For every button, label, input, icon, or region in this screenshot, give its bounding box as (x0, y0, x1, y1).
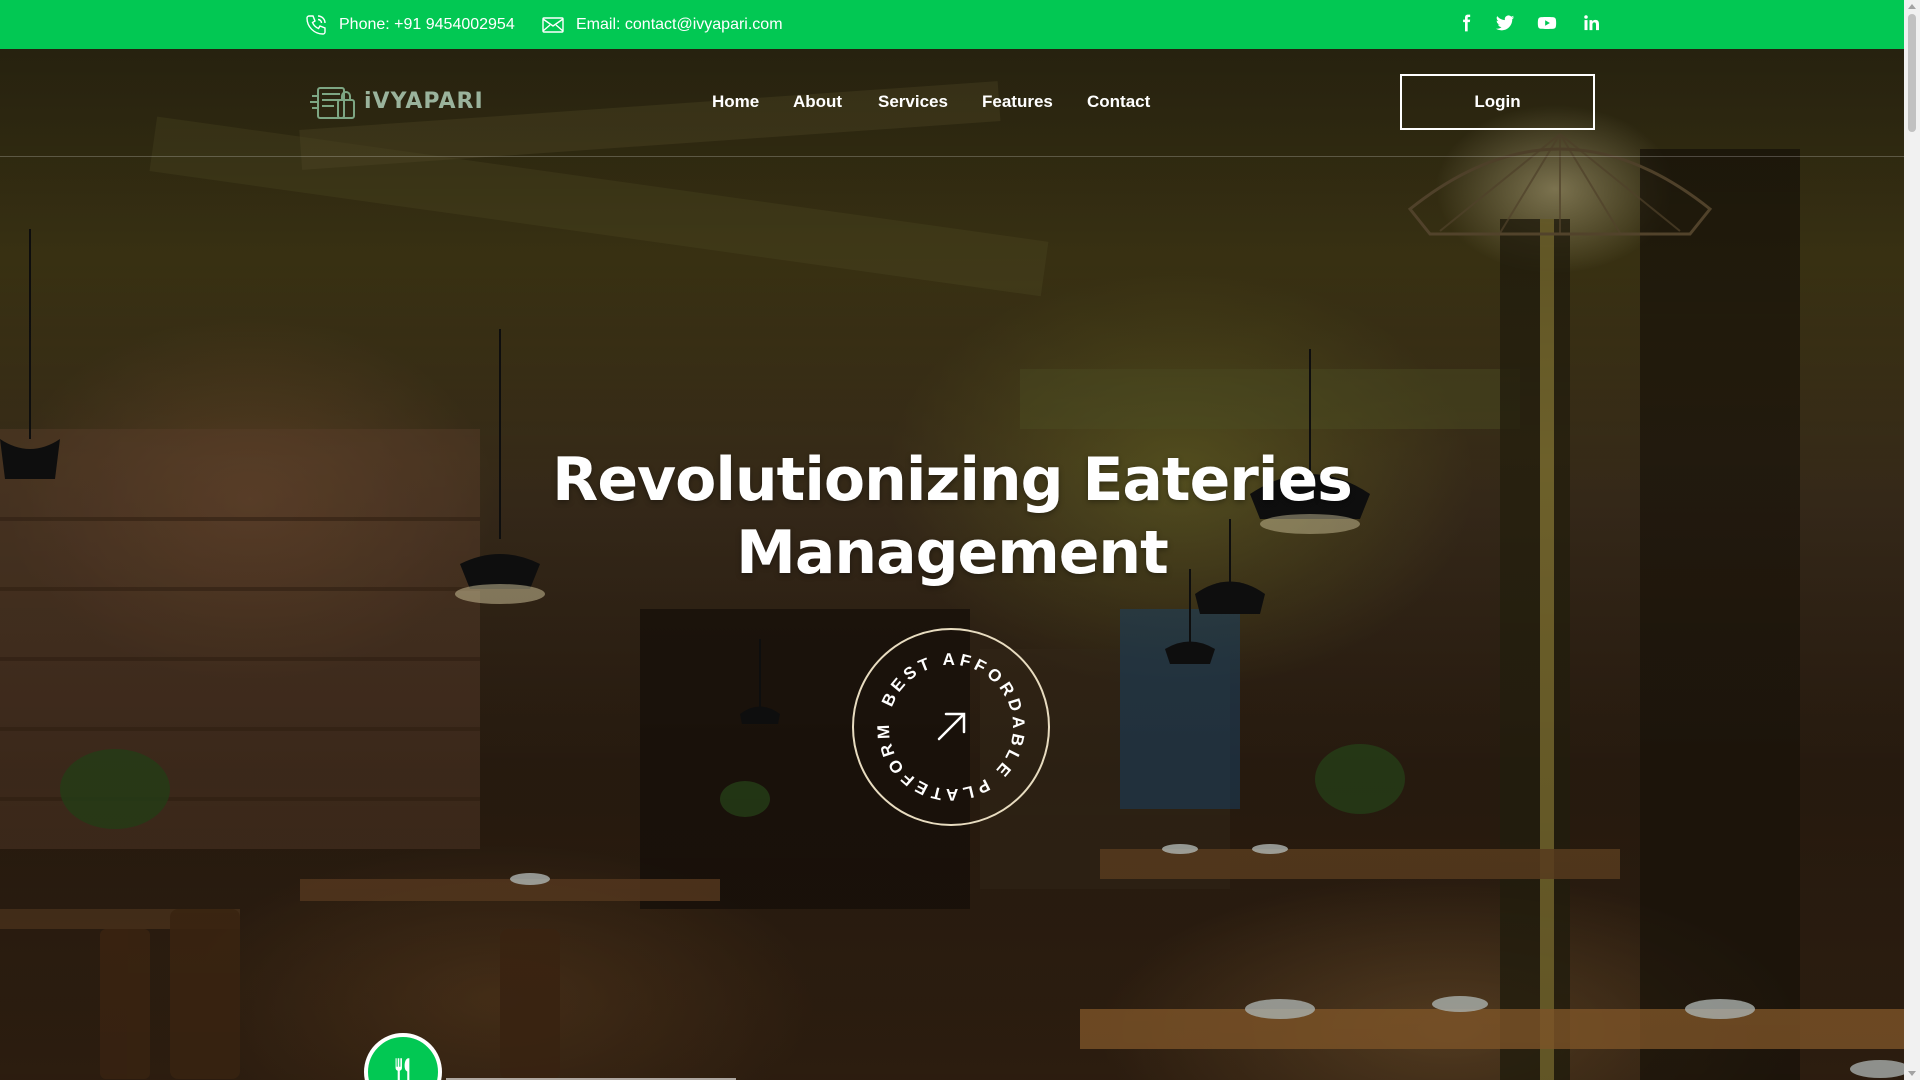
phone-contact[interactable]: Phone: +91 9454002954 (304, 0, 515, 49)
top-contact-bar: Phone: +91 9454002954 Email: contact@ivy… (0, 0, 1904, 49)
nav-link-home[interactable]: Home (712, 92, 759, 112)
headline-line-2: Management (736, 518, 1169, 588)
phone-text: Phone: +91 9454002954 (339, 15, 515, 33)
email-contact[interactable]: Email: contact@ivyapari.com (541, 0, 783, 49)
nav-link-contact[interactable]: Contact (1087, 92, 1150, 112)
envelope-icon (542, 16, 564, 33)
linkedin-icon (1584, 14, 1599, 30)
login-button[interactable]: Login (1400, 74, 1595, 130)
brand-name: iVYAPARI (364, 88, 484, 114)
scroll-up-arrow[interactable] (1908, 4, 1916, 9)
page-scrollbar[interactable] (1904, 0, 1920, 1080)
hero-section: iVYAPARI Home About Services Features Co… (0, 49, 1904, 1080)
arrow-up-right-icon (937, 712, 966, 741)
email-text: Email: contact@ivyapari.com (576, 15, 783, 33)
nav-link-about[interactable]: About (793, 92, 842, 112)
nav-link-features[interactable]: Features (982, 92, 1053, 112)
main-navbar: iVYAPARI Home About Services Features Co… (0, 49, 1904, 157)
scrollbar-thumb[interactable] (1908, 14, 1916, 132)
store-logo-icon (310, 87, 355, 119)
phone-icon (306, 14, 326, 35)
nav-link-services[interactable]: Services (878, 92, 948, 112)
brand-logo[interactable]: iVYAPARI (308, 80, 484, 122)
scroll-down-arrow[interactable] (1908, 1071, 1916, 1076)
best-affordable-badge[interactable]: BEST AFFORDABLE PLATEFORM (851, 627, 1051, 827)
twitter-link[interactable] (1495, 0, 1515, 45)
facebook-icon (1463, 14, 1471, 31)
linkedin-link[interactable] (1582, 0, 1602, 45)
facebook-link[interactable] (1456, 0, 1476, 45)
hero-headline: Revolutionizing Eateries Management (452, 444, 1452, 590)
headline-line-1: Revolutionizing Eateries (552, 445, 1353, 515)
youtube-icon (1537, 16, 1557, 29)
youtube-link[interactable] (1537, 0, 1557, 45)
fork-knife-icon (395, 1058, 410, 1080)
twitter-icon (1495, 14, 1515, 30)
